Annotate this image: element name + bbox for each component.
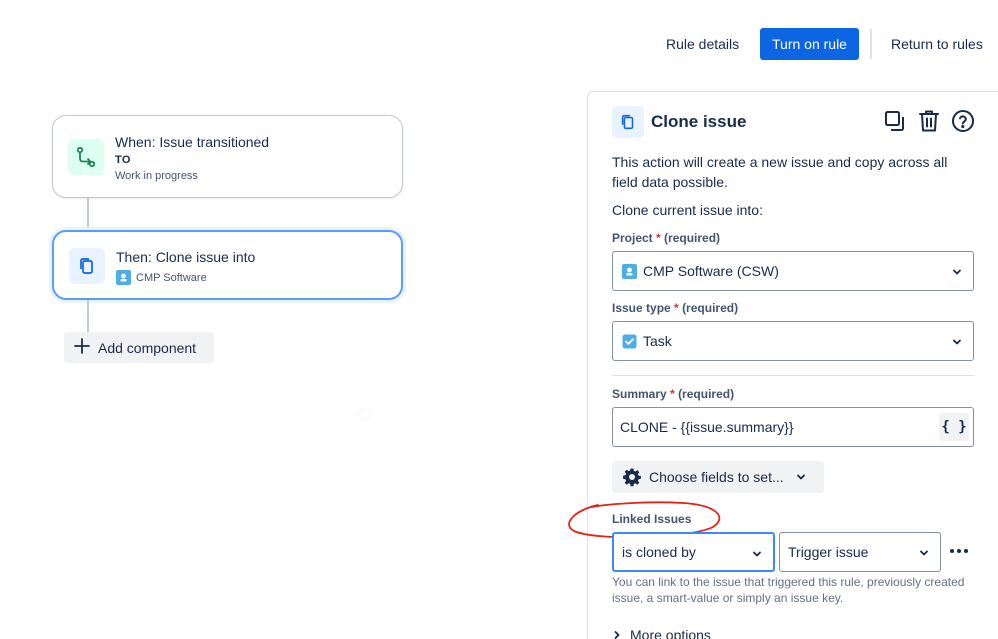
issue-type-field-label: Issue type * (required): [612, 301, 738, 315]
project-avatar-icon: [622, 263, 637, 279]
project-avatar-icon: [116, 270, 131, 285]
add-component-button[interactable]: Add component: [64, 332, 214, 363]
required-text: (required): [682, 301, 739, 315]
flow-connector: [87, 198, 89, 230]
clone-icon: [612, 106, 644, 138]
action-title: Then: Clone issue into: [116, 249, 256, 265]
required-text: (required): [664, 231, 721, 245]
rule-details-button[interactable]: Rule details: [656, 28, 749, 60]
summary-field-label: Summary * (required): [612, 387, 734, 401]
issue-type-select-value: Task: [643, 333, 672, 349]
project-select-value: CMP Software (CSW): [643, 263, 779, 279]
smart-value-button[interactable]: { }: [939, 413, 969, 441]
chevron-down-icon: [951, 265, 963, 281]
issue-type-label-text: Issue type: [612, 301, 671, 315]
topbar-divider: [870, 29, 872, 59]
automation-editor: Rule details Turn on rule Return to rule…: [0, 0, 998, 639]
summary-input[interactable]: CLONE - {{issue.summary}} { }: [612, 407, 974, 447]
action-project: CMP Software: [116, 270, 207, 285]
trigger-status: Work in progress: [115, 170, 198, 182]
required-marker: *: [674, 301, 679, 315]
panel-title: Clone issue: [651, 112, 747, 131]
canvas-handle: [360, 409, 370, 419]
turn-on-rule-button[interactable]: Turn on rule: [760, 28, 859, 60]
add-component-label: Add component: [98, 339, 197, 356]
link-type-value: is cloned by: [622, 544, 696, 560]
component-config-panel: Clone issue This action will create a ne…: [568, 91, 998, 639]
project-label-text: Project: [612, 231, 653, 245]
task-icon: [622, 334, 637, 349]
action-card[interactable]: Then: Clone issue into CMP Software: [52, 230, 403, 300]
more-actions-button[interactable]: [945, 537, 973, 565]
required-marker: *: [670, 387, 675, 401]
linked-issue-target-select[interactable]: Trigger issue: [779, 532, 941, 572]
chevron-right-icon: [612, 630, 622, 639]
summary-input-value: CLONE - {{issue.summary}}: [620, 419, 794, 435]
project-select[interactable]: CMP Software (CSW): [612, 251, 974, 291]
chevron-down-icon: [751, 547, 763, 563]
required-marker: *: [656, 231, 661, 245]
section-divider: [612, 375, 974, 376]
chevron-down-icon: [951, 335, 963, 351]
trigger-to-label: TO: [115, 154, 131, 166]
project-field-label: Project * (required): [612, 231, 720, 245]
trash-icon[interactable]: [916, 108, 942, 134]
choose-fields-button[interactable]: Choose fields to set...: [612, 461, 824, 493]
transition-icon: [68, 139, 104, 175]
choose-fields-label: Choose fields to set...: [649, 469, 784, 485]
required-text: (required): [678, 387, 735, 401]
return-to-rules-button[interactable]: Return to rules: [881, 28, 993, 60]
chevron-down-icon: [918, 546, 930, 562]
copy-icon[interactable]: [882, 108, 908, 134]
clone-icon: [69, 248, 105, 284]
linked-issue-target-value: Trigger issue: [788, 544, 869, 560]
issue-type-select[interactable]: Task: [612, 321, 974, 361]
panel-description: This action will create a new issue and …: [612, 154, 948, 190]
ellipsis-icon: [950, 549, 968, 553]
flow-connector: [87, 300, 89, 332]
chevron-down-icon: [795, 471, 807, 483]
trigger-card[interactable]: When: Issue transitioned TO Work in prog…: [52, 115, 403, 198]
plus-icon: [72, 336, 92, 359]
panel-actions: [882, 108, 976, 134]
link-type-select[interactable]: is cloned by: [612, 532, 775, 572]
clone-into-label: Clone current issue into:: [612, 202, 763, 218]
summary-label-text: Summary: [612, 387, 667, 401]
action-project-name: CMP Software: [136, 271, 207, 284]
more-options-toggle[interactable]: More options: [612, 627, 711, 639]
help-icon[interactable]: [950, 108, 976, 134]
trigger-title: When: Issue transitioned: [115, 134, 270, 150]
more-options-label: More options: [630, 627, 711, 639]
gear-icon: [622, 467, 642, 487]
linked-issues-help: You can link to the issue that triggered…: [612, 575, 965, 605]
